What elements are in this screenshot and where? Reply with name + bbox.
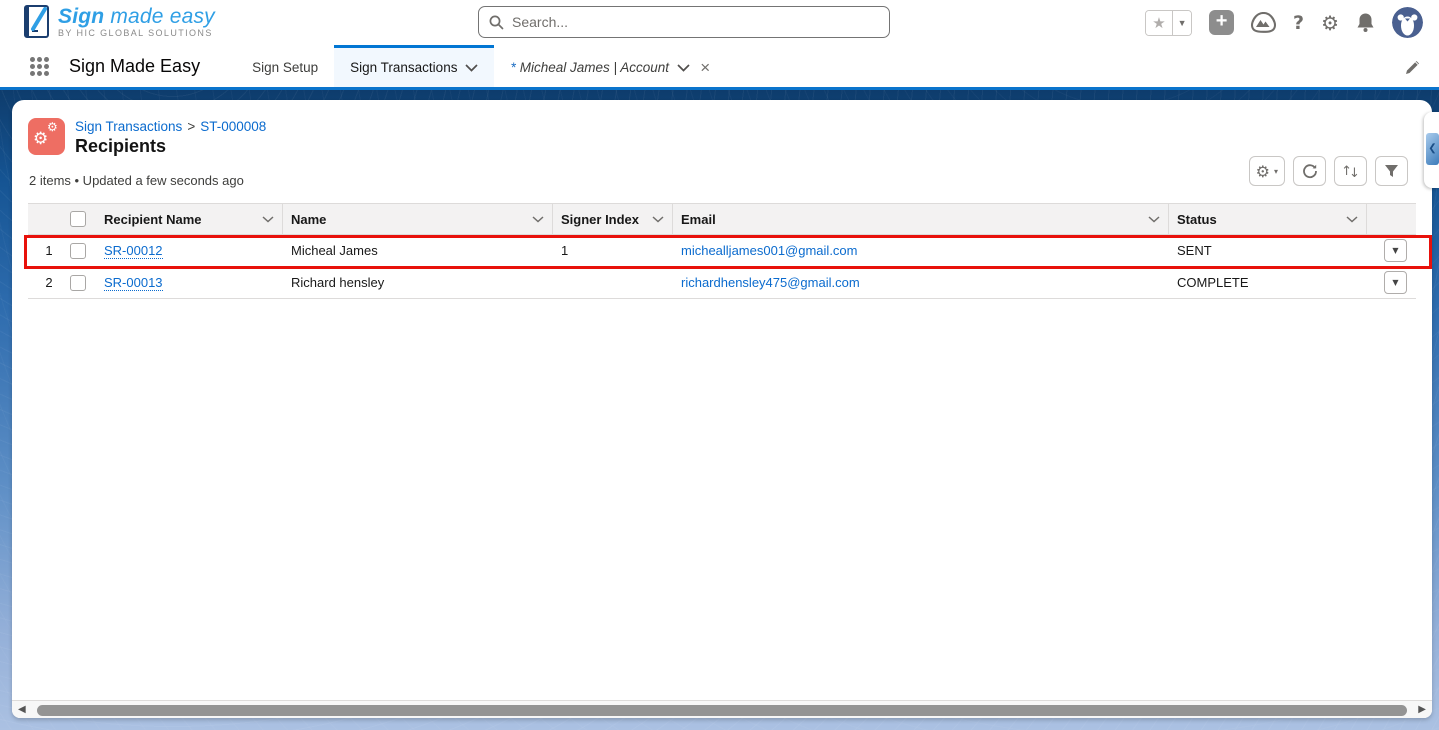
column-header-signer-index[interactable]: Signer Index <box>553 203 673 235</box>
chevron-down-icon <box>1148 215 1160 223</box>
breadcrumb-record-link[interactable]: ST-000008 <box>200 119 266 134</box>
refresh-button[interactable] <box>1293 156 1326 186</box>
cell-name: Micheal James <box>291 243 378 258</box>
column-header-email[interactable]: Email <box>673 203 1169 235</box>
chevron-down-icon <box>1346 215 1358 223</box>
search-icon <box>489 15 504 29</box>
setup-gear-icon[interactable]: ⚙ <box>1321 13 1339 33</box>
edit-nav-pencil-icon[interactable] <box>1404 59 1421 76</box>
row-number: 2 <box>45 275 53 290</box>
table-row-2: 2 SR-00013 Richard hensley richardhensle… <box>28 267 1416 299</box>
column-header-recipient-name[interactable]: Recipient Name <box>100 203 283 235</box>
list-meta-text: 2 items • Updated a few seconds ago <box>29 173 244 188</box>
favorites-star-icon[interactable]: ★ <box>1146 10 1173 35</box>
app-logo: Sign made easy BY HIC GLOBAL SOLUTIONS <box>24 5 215 39</box>
chevron-down-icon <box>532 215 544 223</box>
cell-name: Richard hensley <box>291 275 385 290</box>
breadcrumb-sign-transactions-link[interactable]: Sign Transactions <box>75 119 182 134</box>
recipients-list-card: ⚙ ⚙ Sign Transactions > ST-000008 Recipient… <box>12 100 1432 718</box>
recipient-record-link[interactable]: SR-00013 <box>104 275 163 291</box>
chevron-down-icon <box>677 63 690 72</box>
table-header-row: Recipient Name Name Signer Index Email S… <box>28 203 1416 235</box>
table-row-1: 1 SR-00012 Micheal James 1 michealljames… <box>28 235 1416 267</box>
list-settings-button[interactable]: ⚙ ▾ <box>1248 156 1285 186</box>
recipient-record-link[interactable]: SR-00012 <box>104 243 163 259</box>
global-create-button[interactable]: + <box>1209 10 1235 35</box>
app-navigation-bar: Sign Made Easy Sign Setup Sign Transacti… <box>0 45 1439 90</box>
row-checkbox[interactable] <box>70 242 86 259</box>
email-link[interactable]: michealljames001@gmail.com <box>681 243 857 258</box>
recipients-entity-gears-icon: ⚙ ⚙ <box>28 118 65 155</box>
column-header-status[interactable]: Status <box>1169 203 1367 235</box>
scrollbar-thumb[interactable] <box>37 704 1407 716</box>
row-actions-button[interactable]: ▼ <box>1384 239 1407 262</box>
scroll-left-arrow-icon[interactable]: ◀ <box>18 704 26 715</box>
sort-button[interactable]: ↑↓ <box>1334 156 1367 186</box>
favorites-caret-icon[interactable]: ▼ <box>1172 10 1192 35</box>
recipients-table: Recipient Name Name Signer Index Email S… <box>28 203 1416 299</box>
user-avatar[interactable] <box>1392 7 1423 38</box>
favorites-button-group: ★ ▼ <box>1145 9 1193 36</box>
email-link[interactable]: richardhensley475@gmail.com <box>681 275 860 290</box>
list-view-controls: ⚙ ▾ ↑↓ <box>1248 156 1408 186</box>
sort-arrows-icon: ↑↓ <box>1341 163 1360 181</box>
global-search[interactable] <box>478 6 890 38</box>
search-input[interactable] <box>512 14 879 30</box>
row-checkbox[interactable] <box>70 274 86 291</box>
tab-sign-transactions[interactable]: Sign Transactions <box>334 45 495 87</box>
row-actions-button[interactable]: ▼ <box>1384 271 1407 294</box>
chevron-down-icon <box>465 63 479 72</box>
cell-status: SENT <box>1177 243 1212 258</box>
refresh-icon <box>1302 164 1317 179</box>
global-header: Sign made easy BY HIC GLOBAL SOLUTIONS ★… <box>0 0 1439 45</box>
app-name: Sign Made Easy <box>69 55 201 76</box>
side-panel-handle: ❮ <box>1424 112 1439 188</box>
cell-signer-index: 1 <box>561 243 569 258</box>
tab-micheal-james-account[interactable]: * Micheal James | Account × <box>494 45 726 87</box>
column-header-name[interactable]: Name <box>283 203 553 235</box>
page-title: Recipients <box>75 136 167 156</box>
horizontal-scrollbar[interactable]: ◀ ▶ <box>12 700 1432 718</box>
notifications-bell-icon[interactable] <box>1356 12 1375 33</box>
filter-button[interactable] <box>1375 156 1408 186</box>
breadcrumb: Sign Transactions > ST-000008 <box>75 119 267 134</box>
app-launcher-icon[interactable] <box>30 56 49 76</box>
logo-document-icon <box>24 5 49 38</box>
close-tab-icon[interactable]: × <box>700 58 710 78</box>
tab-sign-setup[interactable]: Sign Setup <box>236 45 334 87</box>
select-all-checkbox[interactable] <box>70 211 86 227</box>
scroll-right-arrow-icon[interactable]: ▶ <box>1418 704 1426 715</box>
logo-title: Sign made easy <box>58 4 215 28</box>
chevron-down-icon <box>652 215 664 223</box>
cell-status: COMPLETE <box>1177 275 1249 290</box>
filter-funnel-icon <box>1385 165 1398 177</box>
trailhead-guidance-icon[interactable] <box>1251 11 1277 34</box>
caret-down-icon: ▾ <box>1273 166 1278 176</box>
row-number: 1 <box>45 243 53 258</box>
help-icon[interactable]: ? <box>1293 13 1304 33</box>
chevron-down-icon <box>262 215 274 223</box>
list-settings-gear-icon: ⚙ <box>1255 161 1270 181</box>
logo-subtitle: BY HIC GLOBAL SOLUTIONS <box>58 27 213 38</box>
expand-panel-chevron-left-icon[interactable]: ❮ <box>1426 133 1439 165</box>
